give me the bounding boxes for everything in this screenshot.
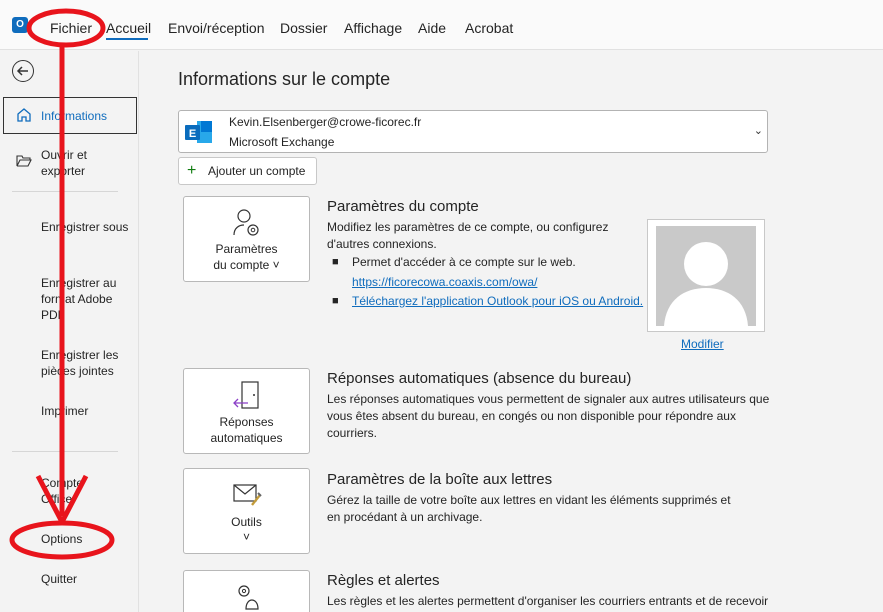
tools-button[interactable]: Outils ˅ xyxy=(183,468,310,554)
section-title: Paramètres du compte xyxy=(327,198,479,215)
section-title: Paramètres de la boîte aux lettres xyxy=(327,471,553,488)
sidebar-item-enregistrer-sous[interactable]: Enregistrer sous xyxy=(41,219,131,235)
backstage-sidebar: Informations Ouvrir et exporter Enregist… xyxy=(0,51,139,612)
tab-affichage[interactable]: Affichage xyxy=(344,19,402,37)
card-label: automatiques xyxy=(210,431,283,445)
card-label: du compte ˅ xyxy=(213,258,280,272)
tab-dossier[interactable]: Dossier xyxy=(280,19,327,37)
ribbon: O Fichier Accueil Envoi/réception Dossie… xyxy=(0,0,883,50)
rules-bell-icon xyxy=(238,585,259,610)
active-tab-indicator xyxy=(106,38,148,40)
tab-accueil[interactable]: Accueil xyxy=(106,19,151,37)
outlook-app-icon: O xyxy=(12,17,28,33)
folder-open-icon xyxy=(16,155,32,167)
account-type: Microsoft Exchange xyxy=(229,135,335,149)
avatar xyxy=(656,226,756,326)
section-title: Règles et alertes xyxy=(327,572,440,589)
sidebar-item-compte-office[interactable]: Compte Office xyxy=(41,475,91,507)
page-title: Informations sur le compte xyxy=(178,69,391,89)
add-account-label: Ajouter un compte xyxy=(208,164,306,178)
bullet: ■ xyxy=(332,295,339,307)
home-icon xyxy=(17,108,31,122)
sidebar-item-enregistrer-pieces-jointes[interactable]: Enregistrer les pièces jointes xyxy=(41,347,131,379)
account-dropdown[interactable]: E Kevin.Elsenberger@crowe-ficorec.fr Mic… xyxy=(178,110,768,153)
rules-alerts-button[interactable] xyxy=(183,570,310,612)
section-description: Modifiez les paramètres de ce compte, ou… xyxy=(327,220,609,251)
account-settings-button[interactable]: Paramètres du compte ˅ xyxy=(183,196,310,282)
divider xyxy=(12,451,118,452)
sidebar-item-informations[interactable]: Informations xyxy=(3,97,137,134)
card-label: Paramètres xyxy=(215,242,278,256)
sidebar-item-quitter[interactable]: Quitter xyxy=(41,571,131,587)
outlook-mobile-link[interactable]: Téléchargez l'application Outlook pour i… xyxy=(352,294,643,308)
section-description: Les réponses automatiques vous permetten… xyxy=(327,392,770,440)
door-arrow-icon xyxy=(233,381,259,409)
sidebar-item-ouvrir-exporter[interactable]: Ouvrir et exporter xyxy=(41,147,131,179)
profile-photo-frame xyxy=(647,219,765,332)
tab-fichier[interactable]: Fichier xyxy=(50,19,92,37)
sidebar-item-enregistrer-pdf[interactable]: Enregistrer au format Adobe PDF xyxy=(41,275,131,323)
section-description: Gérez la taille de votre boîte aux lettr… xyxy=(327,493,731,524)
card-label: ˅ xyxy=(242,530,250,544)
sidebar-item-options[interactable]: Options xyxy=(41,531,131,547)
tab-acrobat[interactable]: Acrobat xyxy=(465,19,513,37)
svg-text:E: E xyxy=(189,128,196,140)
card-label: Réponses xyxy=(219,415,274,429)
user-settings-icon xyxy=(233,209,259,236)
sidebar-item-label: Informations xyxy=(41,109,108,123)
tab-aide[interactable]: Aide xyxy=(418,19,446,37)
mailbox-tools-icon xyxy=(233,484,262,506)
bullet: ■ xyxy=(332,256,339,268)
tab-envoi-reception[interactable]: Envoi/réception xyxy=(168,19,265,37)
divider xyxy=(12,191,118,192)
modify-photo-link[interactable]: Modifier xyxy=(681,337,724,351)
section-title: Réponses automatiques (absence du bureau… xyxy=(327,370,632,387)
section-description: Les règles et les alertes permettent d'o… xyxy=(327,594,769,608)
sidebar-item-imprimer[interactable]: Imprimer xyxy=(41,403,131,419)
owa-link[interactable]: https://ficorecowa.coaxis.com/owa/ xyxy=(352,275,537,289)
automatic-replies-button[interactable]: Réponses automatiques xyxy=(183,368,310,454)
account-info-panel: Informations sur le compte E Kevin.Elsen… xyxy=(140,51,883,612)
card-label: Outils xyxy=(231,515,262,529)
bullet-text: Permet d'accéder à ce compte sur le web. xyxy=(352,255,576,269)
account-email: Kevin.Elsenberger@crowe-ficorec.fr xyxy=(229,115,422,129)
plus-icon: + xyxy=(187,162,197,179)
exchange-logo-icon: E xyxy=(185,121,212,143)
add-account-button[interactable]: + Ajouter un compte xyxy=(178,157,317,185)
back-arrow-icon[interactable] xyxy=(12,60,34,82)
person-silhouette-icon xyxy=(664,242,748,326)
chevron-down-icon: ⌄ xyxy=(753,125,763,137)
